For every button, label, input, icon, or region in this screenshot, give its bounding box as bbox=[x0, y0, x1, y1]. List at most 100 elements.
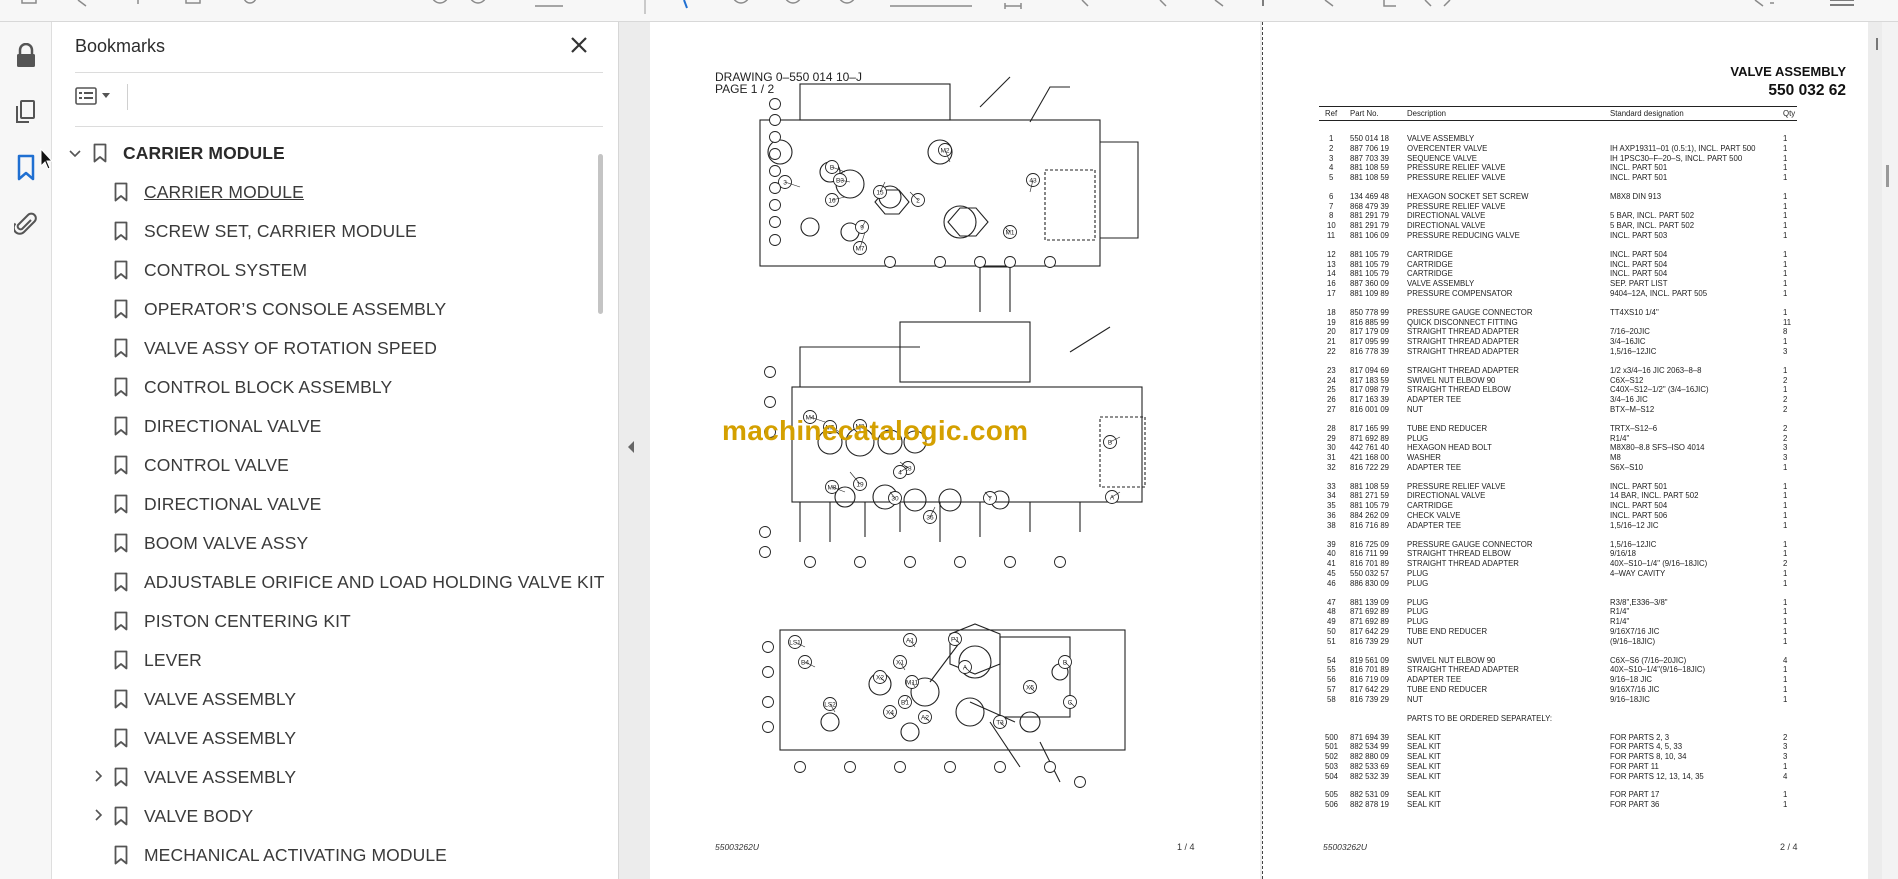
cell-ref: 505 bbox=[1325, 790, 1339, 800]
cell-part-no: 871 694 39 bbox=[1350, 732, 1390, 742]
bookmark-flag-icon bbox=[114, 455, 128, 475]
cell-description: DIRECTIONAL VALVE bbox=[1407, 211, 1486, 221]
callout-label: X5 bbox=[1026, 685, 1034, 692]
callout-circle bbox=[1044, 761, 1056, 773]
cell-standard: TRTX–S12–6 bbox=[1610, 423, 1658, 433]
cell-standard: R3/8",E336–3/8" bbox=[1610, 597, 1668, 607]
cell-part-no: 816 701 89 bbox=[1350, 665, 1390, 675]
cell-ref: 19 bbox=[1327, 317, 1336, 327]
assembly-part-number: 550 032 62 bbox=[1768, 82, 1846, 99]
bookmark-item[interactable]: ADJUSTABLE ORIFICE AND LOAD HOLDING VALV… bbox=[114, 567, 605, 597]
bookmark-item[interactable]: CARRIER MODULE bbox=[114, 177, 304, 207]
attachments-button[interactable] bbox=[10, 208, 42, 240]
chevron-down-icon[interactable] bbox=[68, 146, 82, 160]
lock-button[interactable] bbox=[10, 40, 42, 72]
cell-ref: 13 bbox=[1327, 259, 1336, 269]
bookmark-flag-icon bbox=[114, 650, 128, 670]
list-options-icon bbox=[75, 87, 97, 105]
bookmark-flag-icon bbox=[114, 377, 128, 397]
cell-standard: 1,5/16–12JIC bbox=[1610, 346, 1657, 356]
bookmark-label: DIRECTIONAL VALVE bbox=[144, 493, 322, 514]
bookmark-flag-icon bbox=[114, 611, 128, 631]
cell-qty: 1 bbox=[1783, 636, 1788, 646]
cell-ref: 47 bbox=[1327, 597, 1336, 607]
callout-label: 3 bbox=[783, 180, 787, 187]
callout-circle bbox=[762, 721, 774, 733]
bookmark-item[interactable]: LEVER bbox=[114, 645, 202, 675]
bookmark-root[interactable]: CARRIER MODULE bbox=[68, 138, 285, 168]
cell-ref: 54 bbox=[1327, 655, 1336, 665]
cell-ref: 10 bbox=[1327, 221, 1336, 231]
cell-description: VALVE ASSEMBLY bbox=[1407, 134, 1475, 143]
bookmark-item[interactable]: VALVE ASSEMBLY bbox=[114, 723, 296, 753]
cell-part-no: 881 108 59 bbox=[1350, 173, 1390, 182]
cell-standard: C6X–S12 bbox=[1610, 375, 1644, 385]
cell-ref: 27 bbox=[1327, 404, 1336, 414]
cell-ref: 3 bbox=[1329, 153, 1334, 163]
bookmark-item[interactable]: DIRECTIONAL VALVE bbox=[114, 489, 321, 519]
document-scrollbar-thumb[interactable] bbox=[1886, 165, 1889, 187]
cell-description: DIRECTIONAL VALVE bbox=[1407, 221, 1486, 231]
bookmark-item[interactable]: VALVE ASSEMBLY bbox=[114, 762, 296, 792]
bookmark-item[interactable]: VALVE ASSY OF ROTATION SPEED bbox=[114, 333, 437, 363]
cell-qty: 1 bbox=[1783, 626, 1788, 636]
bookmark-item[interactable]: PISTON CENTERING KIT bbox=[114, 606, 351, 636]
bookmark-item[interactable]: OPERATOR’S CONSOLE ASSEMBLY bbox=[114, 294, 446, 324]
bookmark-item[interactable]: CONTROL VALVE bbox=[114, 450, 289, 480]
callout-circle bbox=[854, 556, 866, 568]
cell-standard: BTX–M–S12 bbox=[1610, 404, 1655, 414]
panel-scrollbar-thumb[interactable] bbox=[598, 154, 603, 314]
cell-ref: 11 bbox=[1327, 230, 1336, 240]
callout-label: 4 bbox=[898, 470, 902, 477]
cell-part-no: 887 360 09 bbox=[1350, 279, 1390, 289]
cell-qty: 3 bbox=[1783, 443, 1788, 453]
bookmark-flag-icon bbox=[114, 338, 128, 358]
cell-standard: INCL. PART 504 bbox=[1610, 269, 1668, 279]
cell-part-no: 817 642 29 bbox=[1350, 684, 1390, 694]
cell-part-no: 816 701 89 bbox=[1350, 559, 1390, 569]
document-scrollbar[interactable] bbox=[1882, 22, 1898, 879]
callout-circle bbox=[769, 216, 781, 228]
callout-label: 9 bbox=[860, 225, 864, 232]
collapse-panel-icon[interactable] bbox=[627, 440, 635, 454]
cell-ref: 1 bbox=[1329, 134, 1334, 143]
page-number: 2 / 4 bbox=[1780, 842, 1798, 852]
chevron-right-icon[interactable] bbox=[92, 809, 106, 823]
bookmark-label: VALVE ASSEMBLY bbox=[144, 688, 297, 709]
bookmark-item[interactable]: MECHANICAL ACTIVATING MODULE bbox=[114, 840, 447, 870]
bookmarks-button[interactable] bbox=[10, 152, 42, 184]
bookmark-item[interactable]: CONTROL BLOCK ASSEMBLY bbox=[114, 372, 392, 402]
cell-ref: 501 bbox=[1325, 742, 1339, 752]
cell-description: SEAL KIT bbox=[1407, 732, 1441, 742]
bookmark-item[interactable]: DIRECTIONAL VALVE bbox=[114, 411, 321, 441]
close-panel-button[interactable] bbox=[566, 32, 592, 58]
toolbar-icons bbox=[21, 0, 1854, 14]
bookmark-item[interactable]: VALVE ASSEMBLY bbox=[114, 684, 296, 714]
cell-part-no: 817 165 99 bbox=[1350, 423, 1390, 433]
cell-qty: 1 bbox=[1783, 607, 1788, 617]
cell-qty: 1 bbox=[1783, 153, 1788, 163]
cell-standard: FOR PARTS 12, 13, 14, 35 bbox=[1610, 771, 1704, 781]
pdf-page-1: DRAWING 0–550 014 10–J PAGE 1 / 2 2 15 43 3… bbox=[650, 22, 1260, 879]
cell-standard: 9/16/18 bbox=[1610, 549, 1637, 559]
bookmark-flag-icon bbox=[114, 845, 128, 865]
document-view[interactable]: DRAWING 0–550 014 10–J PAGE 1 / 2 2 15 43 3… bbox=[648, 22, 1882, 879]
cell-standard: 5 BAR, INCL. PART 502 bbox=[1610, 211, 1695, 221]
cell-part-no: 882 531 09 bbox=[1350, 790, 1390, 800]
cell-description: PLUG bbox=[1407, 568, 1429, 578]
page-thumbnails-button[interactable] bbox=[10, 96, 42, 128]
bookmark-item[interactable]: BOOM VALVE ASSY bbox=[114, 528, 308, 558]
bookmark-item[interactable]: CONTROL SYSTEM bbox=[114, 255, 307, 285]
bookmark-item[interactable]: VALVE BODY bbox=[114, 801, 253, 831]
cell-description: TUBE END REDUCER bbox=[1407, 684, 1488, 694]
bookmark-label: CARRIER MODULE bbox=[144, 181, 304, 202]
cell-qty: 1 bbox=[1783, 549, 1788, 559]
cell-qty: 1 bbox=[1783, 163, 1788, 173]
chevron-right-icon[interactable] bbox=[92, 770, 106, 784]
bookmark-item[interactable]: SCREW SET, CARRIER MODULE bbox=[114, 216, 417, 246]
bookmark-options-button[interactable] bbox=[75, 84, 121, 108]
panel-splitter[interactable] bbox=[618, 22, 648, 879]
cell-part-no: 817 163 39 bbox=[1350, 395, 1390, 405]
cell-qty: 4 bbox=[1783, 655, 1788, 665]
cell-ref: 6 bbox=[1329, 191, 1334, 201]
